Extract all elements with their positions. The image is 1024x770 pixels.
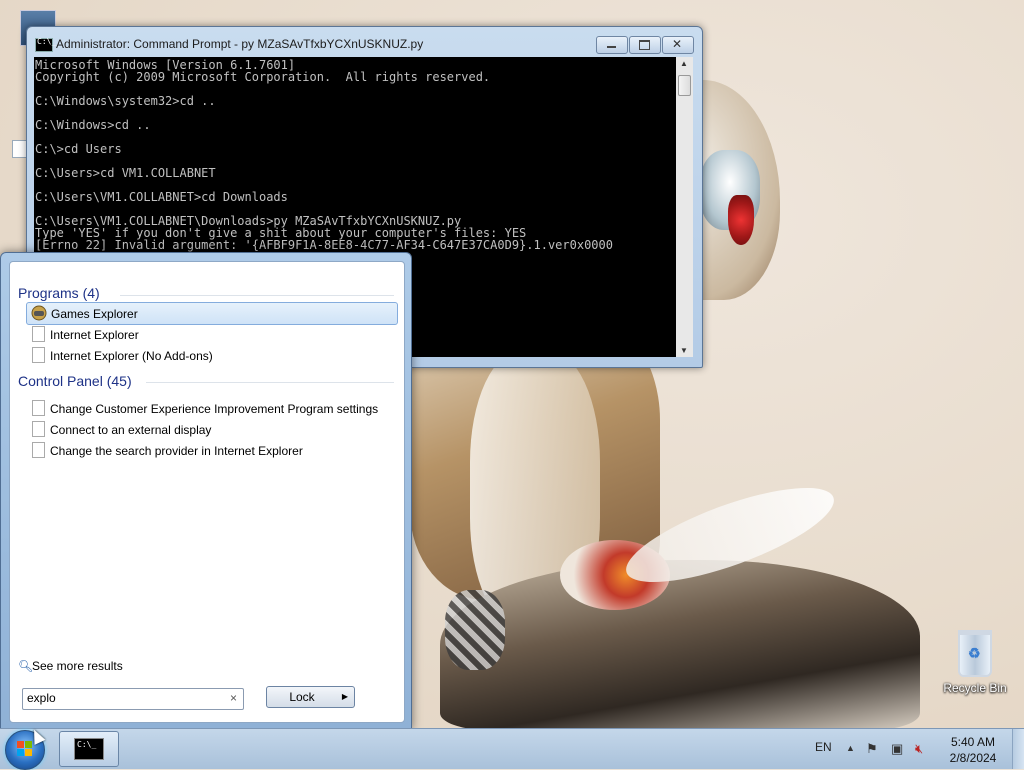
- close-icon: ✕: [672, 37, 683, 51]
- volume-muted-icon[interactable]: 🔇︎: [915, 741, 923, 757]
- scroll-up-icon[interactable]: ▲: [680, 59, 688, 68]
- result-customer-experience[interactable]: Change Customer Experience Improvement P…: [26, 398, 396, 419]
- taskbar-command-prompt[interactable]: C:\_: [59, 731, 119, 767]
- scroll-thumb[interactable]: [678, 75, 691, 96]
- cmd-app-icon: C:\_: [74, 738, 104, 760]
- result-label: Connect to an external display: [50, 423, 212, 437]
- clock-time: 5:40 AM: [950, 735, 996, 749]
- clock-date: 2/8/2024: [949, 751, 997, 765]
- file-icon: [32, 326, 45, 342]
- control-panel-group-header[interactable]: Control Panel (45): [18, 373, 132, 389]
- console-text: Microsoft Windows [Version 6.1.7601] Cop…: [35, 58, 613, 275]
- recycle-bin-graphic: ♻: [958, 630, 992, 677]
- see-more-label: See more results: [32, 659, 123, 673]
- taskbar: C:\_ EN ▲ ⚑ ▣ 🔇︎ 5:40 AM 2/8/2024: [0, 728, 1024, 770]
- show-hidden-icons-icon[interactable]: ▲: [846, 743, 855, 753]
- games-explorer-icon: [31, 305, 47, 321]
- cmd-app-icon: C:\_: [35, 37, 56, 52]
- group-divider: [120, 295, 394, 296]
- window-title: Administrator: Command Prompt - py MZaSA…: [56, 37, 424, 51]
- minimize-button[interactable]: [596, 36, 628, 54]
- scroll-down-icon[interactable]: ▼: [680, 346, 688, 355]
- windows-logo-icon: [17, 741, 33, 757]
- maximize-button[interactable]: [629, 36, 661, 54]
- show-desktop-button[interactable]: [1012, 729, 1024, 769]
- recycle-bin-label: Recycle Bin: [943, 681, 1007, 695]
- start-menu-results-pane: Programs (4) Games Explorer Internet Exp…: [9, 261, 405, 723]
- see-more-results-link[interactable]: 🔍︎See more results: [18, 659, 123, 673]
- file-icon: [32, 400, 45, 416]
- system-clock[interactable]: 5:40 AM 2/8/2024: [946, 734, 1000, 766]
- recycle-bin-icon[interactable]: ♻ Recycle Bin: [938, 630, 1012, 695]
- file-icon: [32, 421, 45, 437]
- result-label: Games Explorer: [51, 307, 138, 321]
- result-internet-explorer[interactable]: Internet Explorer: [26, 324, 396, 345]
- search-icon: 🔍︎: [18, 659, 34, 673]
- console-scrollbar[interactable]: ▲ ▼: [676, 57, 693, 357]
- group-divider: [146, 382, 394, 383]
- result-label: Internet Explorer (No Add-ons): [50, 349, 213, 363]
- start-menu: Programs (4) Games Explorer Internet Exp…: [0, 252, 412, 730]
- window-titlebar[interactable]: C:\_ Administrator: Command Prompt - py …: [27, 27, 702, 59]
- file-icon: [32, 442, 45, 458]
- shutdown-options-arrow-icon[interactable]: ▶: [336, 686, 355, 708]
- result-search-provider[interactable]: Change the search provider in Internet E…: [26, 440, 396, 461]
- lock-button[interactable]: Lock: [266, 686, 338, 708]
- result-label: Change the search provider in Internet E…: [50, 444, 303, 458]
- minimize-icon: [607, 46, 616, 48]
- result-label: Internet Explorer: [50, 328, 139, 342]
- result-games-explorer[interactable]: Games Explorer: [26, 302, 398, 325]
- maximize-icon: [639, 40, 650, 50]
- close-button[interactable]: ✕: [662, 36, 694, 54]
- language-indicator[interactable]: EN: [815, 740, 832, 754]
- clear-search-icon[interactable]: ×: [230, 691, 237, 705]
- result-label: Change Customer Experience Improvement P…: [50, 402, 379, 416]
- result-internet-explorer-no-addons[interactable]: Internet Explorer (No Add-ons): [26, 345, 396, 366]
- search-input[interactable]: [27, 691, 217, 705]
- start-search-box[interactable]: ×: [22, 688, 244, 710]
- result-external-display[interactable]: Connect to an external display: [26, 419, 396, 440]
- network-icon[interactable]: ▣: [891, 741, 903, 757]
- file-icon: [32, 347, 45, 363]
- action-center-flag-icon[interactable]: ⚑: [866, 741, 878, 757]
- programs-group-header[interactable]: Programs (4): [18, 285, 100, 301]
